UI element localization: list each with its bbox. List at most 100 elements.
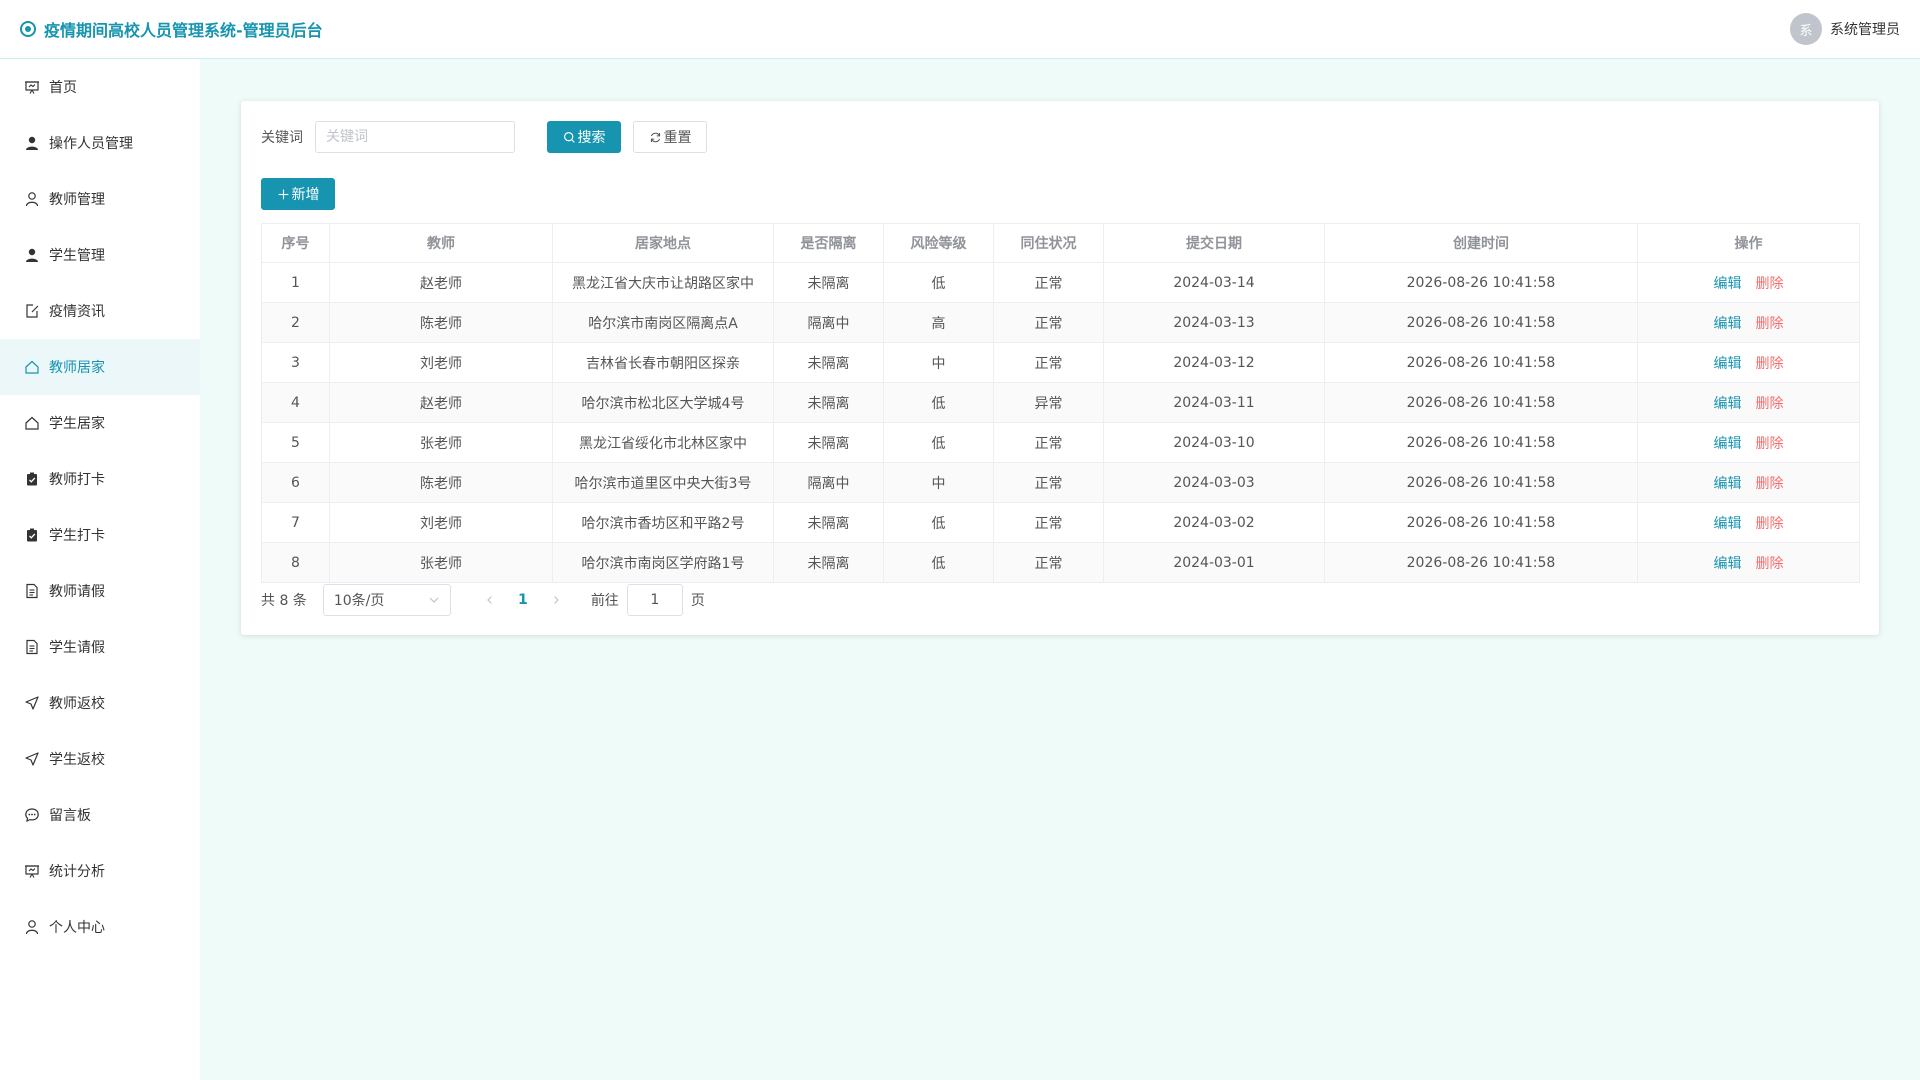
- keyword-input[interactable]: [315, 121, 515, 153]
- prev-page-button[interactable]: [475, 586, 505, 614]
- app-title: 疫情期间高校人员管理系统-管理员后台: [44, 21, 323, 40]
- avatar[interactable]: 系: [1790, 13, 1822, 45]
- actions-cell: 编辑 删除: [1637, 382, 1860, 423]
- table-cell: 低: [883, 382, 994, 423]
- page-number-1[interactable]: 1: [507, 586, 539, 614]
- goto-label: 前往: [590, 593, 619, 609]
- table-row: 3 刘老师 吉林省长春市朝阳区探亲 未隔离中正常 2024-03-12 2026-08-2…: [261, 342, 1860, 383]
- sidebar-item-label: 教师居家: [49, 360, 105, 376]
- user-fill-icon: [24, 247, 40, 263]
- page-size-value: 10条/页: [333, 593, 385, 609]
- table-cell: 低: [883, 502, 994, 543]
- edit-link[interactable]: 编辑: [1714, 436, 1742, 452]
- table-cell: 2024-03-12: [1103, 342, 1325, 383]
- total-count: 共 8 条: [261, 593, 307, 609]
- table-cell: 2026-08-26 10:41:58: [1324, 262, 1638, 303]
- sidebar-item-14[interactable]: 统计分析: [0, 843, 200, 899]
- delete-link[interactable]: 删除: [1756, 356, 1784, 372]
- delete-link[interactable]: 删除: [1756, 276, 1784, 292]
- plus-icon: [278, 189, 288, 199]
- document-edit-icon: [24, 303, 40, 319]
- table-cell: 7: [261, 502, 330, 543]
- sidebar-item-13[interactable]: 留言板: [0, 787, 200, 843]
- sidebar-item-4[interactable]: 疫情资讯: [0, 283, 200, 339]
- sidebar-item-3[interactable]: 学生管理: [0, 227, 200, 283]
- edit-link[interactable]: 编辑: [1714, 356, 1742, 372]
- delete-link[interactable]: 删除: [1756, 436, 1784, 452]
- table-cell: 哈尔滨市香坊区和平路2号: [552, 502, 774, 543]
- table-cell: 未隔离: [773, 382, 884, 423]
- edit-link[interactable]: 编辑: [1714, 276, 1742, 292]
- user-name[interactable]: 系统管理员: [1830, 19, 1900, 39]
- reset-button-label: 重置: [663, 130, 692, 146]
- table-cell: 黑龙江省绥化市北林区家中: [552, 422, 774, 463]
- next-page-button[interactable]: [541, 586, 571, 614]
- sidebar-item-2[interactable]: 教师管理: [0, 171, 200, 227]
- table-cell: 未隔离: [773, 262, 884, 303]
- sidebar-item-label: 首页: [49, 80, 77, 96]
- table-cell: 正常: [993, 542, 1104, 583]
- table-cell: 赵老师: [329, 382, 553, 423]
- table-cell: 张老师: [329, 422, 553, 463]
- edit-link[interactable]: 编辑: [1714, 476, 1742, 492]
- table-cell: 未隔离: [773, 422, 884, 463]
- sidebar-item-0[interactable]: 首页: [0, 59, 200, 115]
- user-menu[interactable]: 系 系统管理员: [1790, 13, 1900, 45]
- sidebar-item-8[interactable]: 学生打卡: [0, 507, 200, 563]
- table-cell: 2024-03-02: [1103, 502, 1325, 543]
- edit-link[interactable]: 编辑: [1714, 316, 1742, 332]
- sidebar-item-1[interactable]: 操作人员管理: [0, 115, 200, 171]
- table-cell: 黑龙江省大庆市让胡路区家中: [552, 262, 774, 303]
- sidebar-item-10[interactable]: 学生请假: [0, 619, 200, 675]
- sidebar-item-label: 学生打卡: [49, 528, 105, 544]
- edit-link[interactable]: 编辑: [1714, 516, 1742, 532]
- chevron-left-icon: [486, 596, 492, 604]
- sidebar-item-15[interactable]: 个人中心: [0, 899, 200, 955]
- search-button-label: 搜索: [577, 130, 606, 146]
- sidebar-item-label: 学生管理: [49, 248, 105, 264]
- column-header: 是否隔离: [773, 223, 884, 263]
- table-cell: 未隔离: [773, 502, 884, 543]
- table-cell: 异常: [993, 382, 1104, 423]
- sidebar-item-11[interactable]: 教师返校: [0, 675, 200, 731]
- table-cell: 正常: [993, 462, 1104, 503]
- table-cell: 2024-03-13: [1103, 302, 1325, 343]
- sidebar-item-label: 学生请假: [49, 640, 105, 656]
- edit-link[interactable]: 编辑: [1714, 556, 1742, 572]
- sidebar-item-12[interactable]: 学生返校: [0, 731, 200, 787]
- table-row: 6 陈老师 哈尔滨市道里区中央大街3号 隔离中中正常 2024-03-03 2026-08…: [261, 462, 1860, 503]
- table-cell: 3: [261, 342, 330, 383]
- table-cell: 低: [883, 422, 994, 463]
- table-cell: 2024-03-01: [1103, 542, 1325, 583]
- actions-cell: 编辑 删除: [1637, 422, 1860, 463]
- checked-icon: [24, 527, 40, 543]
- page-size-select[interactable]: 10条/页: [322, 584, 451, 616]
- add-button[interactable]: 新增: [261, 178, 335, 210]
- table-cell: 2026-08-26 10:41:58: [1324, 422, 1638, 463]
- table-cell: 2026-08-26 10:41:58: [1324, 302, 1638, 343]
- table-cell: 2026-08-26 10:41:58: [1324, 542, 1638, 583]
- sidebar-item-7[interactable]: 教师打卡: [0, 451, 200, 507]
- page-suffix: 页: [690, 593, 705, 609]
- table-cell: 赵老师: [329, 262, 553, 303]
- delete-link[interactable]: 删除: [1756, 396, 1784, 412]
- sidebar-item-6[interactable]: 学生居家: [0, 395, 200, 451]
- chevron-down-icon: [429, 597, 439, 603]
- search-button[interactable]: 搜索: [547, 121, 621, 153]
- table-cell: 1: [261, 262, 330, 303]
- delete-link[interactable]: 删除: [1756, 316, 1784, 332]
- goto-page-input[interactable]: [626, 584, 683, 616]
- edit-link[interactable]: 编辑: [1714, 396, 1742, 412]
- sidebar-item-5[interactable]: 教师居家: [0, 339, 200, 395]
- table-cell: 哈尔滨市道里区中央大街3号: [552, 462, 774, 503]
- settings-logo-icon: [20, 21, 36, 37]
- table-cell: 哈尔滨市南岗区学府路1号: [552, 542, 774, 583]
- delete-link[interactable]: 删除: [1756, 556, 1784, 572]
- reset-button[interactable]: 重置: [633, 121, 707, 153]
- sidebar-item-9[interactable]: 教师请假: [0, 563, 200, 619]
- delete-link[interactable]: 删除: [1756, 476, 1784, 492]
- table-cell: 2026-08-26 10:41:58: [1324, 502, 1638, 543]
- table-cell: 正常: [993, 262, 1104, 303]
- table-row: 7 刘老师 哈尔滨市香坊区和平路2号 未隔离低正常 2024-03-02 2026-08-…: [261, 502, 1860, 543]
- delete-link[interactable]: 删除: [1756, 516, 1784, 532]
